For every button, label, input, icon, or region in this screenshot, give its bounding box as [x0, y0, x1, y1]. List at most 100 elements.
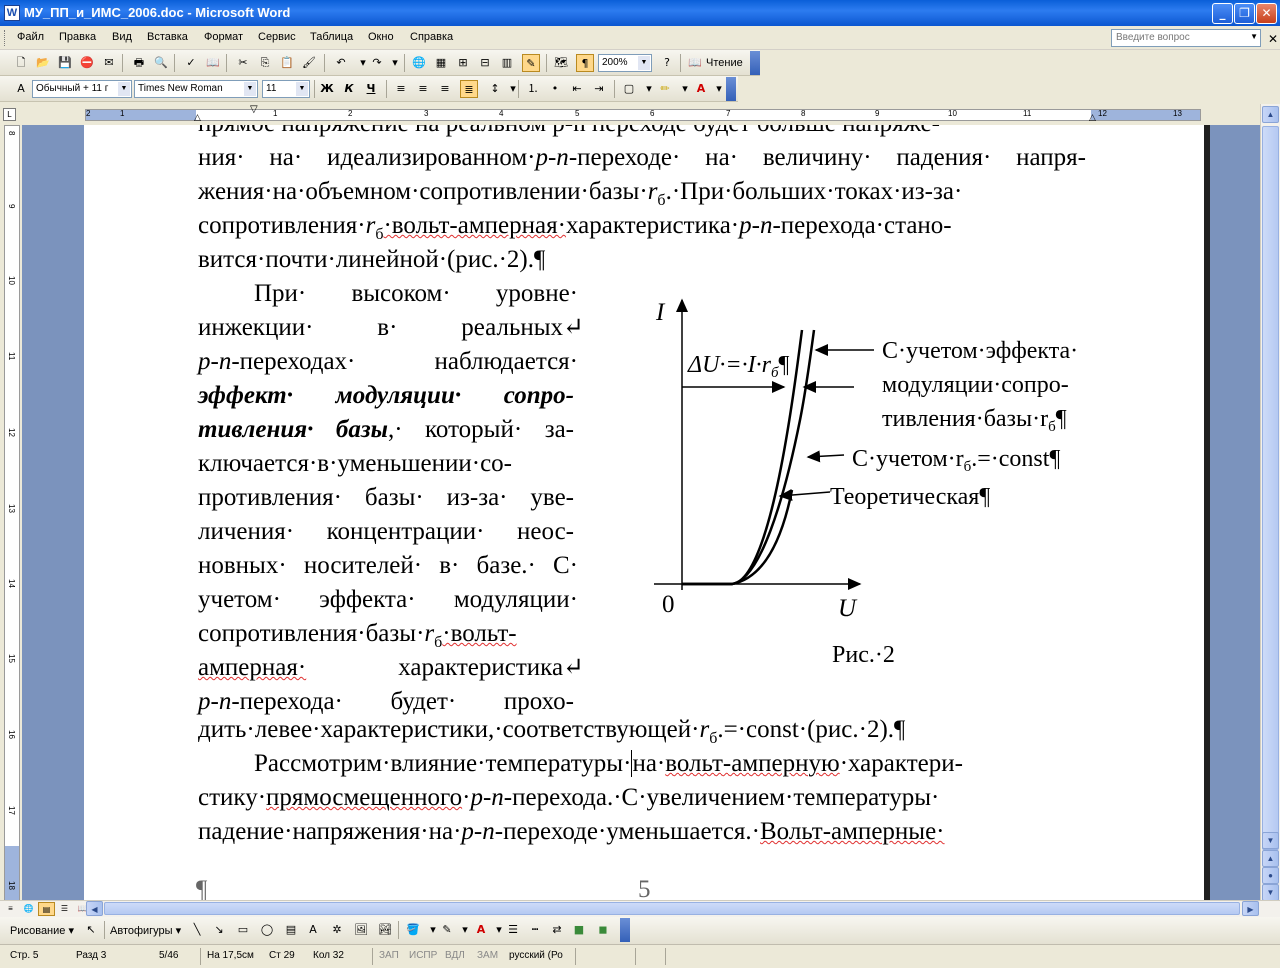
document-page[interactable]: прямое напряжение на реальном p-n перехо…	[84, 125, 1210, 900]
h-scroll-thumb[interactable]	[104, 902, 1240, 915]
spelling-icon[interactable]: ✓	[182, 54, 200, 72]
toolbar-options-chevron[interactable]	[620, 918, 630, 942]
scroll-up-icon[interactable]: ▲	[1262, 106, 1279, 123]
oval-icon[interactable]: ◯	[258, 921, 276, 939]
arrow-style-icon[interactable]: ⇄	[548, 921, 566, 939]
right-indent-marker[interactable]: △	[1089, 112, 1096, 123]
print-icon[interactable]: 🖶	[130, 54, 148, 72]
menu-table[interactable]: Таблица	[310, 31, 353, 43]
hanging-indent-marker[interactable]: △	[194, 112, 201, 123]
decrease-indent-icon[interactable]: ⇤	[568, 80, 586, 98]
menu-window[interactable]: Окно	[368, 31, 394, 43]
next-page-icon[interactable]: ▼	[1262, 884, 1279, 901]
copy-icon[interactable]: ⎘	[256, 54, 274, 72]
clipart-icon[interactable]: 🖼	[352, 921, 370, 939]
permission-icon[interactable]: ⛔	[78, 54, 96, 72]
iv-characteristic-figure[interactable]: I U 0 ΔU·=·I·rб¶ С·учетом·эффекта· модул…	[624, 290, 1084, 670]
hyperlink-icon[interactable]: 🌐	[410, 54, 428, 72]
arrow-icon[interactable]: ↘	[210, 921, 228, 939]
increase-indent-icon[interactable]: ⇥	[590, 80, 608, 98]
menu-grip[interactable]	[4, 30, 7, 46]
column-line[interactable]: тивления· базы,· который· за-	[198, 413, 574, 447]
zoom-select[interactable]: 200% ▼	[598, 54, 652, 72]
scroll-right-icon[interactable]: ▶	[1242, 901, 1259, 916]
rectangle-icon[interactable]: ▭	[234, 921, 252, 939]
menu-file[interactable]: Файл	[17, 31, 44, 43]
toolbar-options-chevron[interactable]	[726, 77, 736, 101]
horizontal-ruler[interactable]: L 1 2 1 2 3 4 5 6 7 8 9 10 11 12 13 ▽ △ …	[0, 104, 1280, 125]
word-app-icon[interactable]: W	[4, 5, 20, 21]
cut-icon[interactable]: ✂	[234, 54, 252, 72]
doc-close-icon[interactable]: ✕	[1268, 32, 1278, 46]
chevron-down-icon[interactable]: ▼	[638, 56, 650, 70]
insert-excel-icon[interactable]: ⊟	[476, 54, 494, 72]
scroll-left-icon[interactable]: ◀	[86, 901, 103, 916]
status-overwrite[interactable]: ЗАМ	[477, 950, 498, 961]
drawing-icon[interactable]: ✎	[522, 54, 540, 72]
align-right-icon[interactable]: ≡	[436, 80, 454, 98]
vertical-scrollbar[interactable]: ▲ ▼ ▲ ● ▼	[1260, 104, 1280, 901]
bullets-icon[interactable]: •	[546, 80, 564, 98]
menu-help[interactable]: Справка	[410, 31, 453, 43]
text-line[interactable]: стику·прямосмещенного·p-n-перехода.·С·ув…	[198, 781, 1086, 815]
outline-view-icon[interactable]: ☰	[56, 902, 73, 916]
line-color-icon[interactable]: ✎	[438, 921, 456, 939]
help-icon[interactable]: ?	[658, 54, 676, 72]
status-extend[interactable]: ВДЛ	[445, 950, 465, 961]
save-icon[interactable]: 💾	[56, 54, 74, 72]
diagram-icon[interactable]: ✲	[328, 921, 346, 939]
text-line[interactable]: Рассмотрим·влияние·температуры·на·вольт-…	[254, 747, 1086, 781]
draw-menu-button[interactable]: Рисование ▾	[10, 924, 74, 937]
chevron-down-icon[interactable]: ▼	[296, 82, 308, 96]
tables-borders-icon[interactable]: ▦	[432, 54, 450, 72]
print-layout-icon[interactable]: ▤	[38, 902, 55, 916]
select-objects-icon[interactable]: ↖	[82, 921, 100, 939]
vertical-ruler[interactable]: 8 9 10 11 12 13 14 15 16 17 18	[4, 125, 20, 901]
dash-style-icon[interactable]: ┅	[526, 921, 544, 939]
menu-tools[interactable]: Сервис	[258, 31, 296, 43]
open-folder-icon[interactable]: 📂	[34, 54, 52, 72]
previous-page-icon[interactable]: ▲	[1262, 850, 1279, 867]
status-record[interactable]: ЗАП	[379, 950, 399, 961]
styles-formatting-icon[interactable]: A	[12, 80, 30, 98]
ask-question-input[interactable]: Введите вопрос ▼	[1111, 29, 1261, 47]
reading-layout-icon[interactable]: 📖	[686, 54, 704, 72]
text-line[interactable]: ния· на· идеализированном·p-n-переходе· …	[198, 141, 1086, 175]
line-icon[interactable]: ╲	[188, 921, 206, 939]
numbering-icon[interactable]: ⒈	[524, 80, 542, 98]
align-center-icon[interactable]: ≡	[414, 80, 432, 98]
column-line[interactable]: личения· концентрации· неос-	[198, 515, 574, 549]
column-line[interactable]: противления· базы· из-за· уве-	[198, 481, 574, 515]
chevron-down-icon[interactable]: ▼	[118, 82, 130, 96]
close-icon[interactable]: ✕	[1256, 3, 1277, 24]
font-color-icon[interactable]: A	[692, 80, 710, 98]
chevron-down-icon[interactable]: ▼	[1250, 32, 1258, 41]
line-spacing-dropdown-icon[interactable]: ▾	[504, 80, 522, 98]
column-line[interactable]: амперная· характеристика↵	[198, 651, 584, 685]
document-area[interactable]: прямое напряжение на реальном p-n перехо…	[22, 125, 1260, 900]
minimize-icon[interactable]: _	[1212, 3, 1233, 24]
fill-color-icon[interactable]: 🪣	[404, 921, 422, 939]
print-preview-icon[interactable]: 🔍	[152, 54, 170, 72]
style-select[interactable]: Обычный + 11 г ▼	[32, 80, 132, 98]
web-view-icon[interactable]: 🌐	[20, 902, 37, 916]
column-line[interactable]: p-n-переходах· наблюдается·	[198, 345, 578, 379]
format-painter-icon[interactable]: 🖌	[300, 54, 318, 72]
text-line[interactable]: прямое напряжение на реальном p-n перехо…	[198, 125, 1086, 141]
font-select[interactable]: Times New Roman ▼	[134, 80, 258, 98]
tab-selector[interactable]: L	[3, 108, 16, 121]
font-size-select[interactable]: 11 ▼	[262, 80, 310, 98]
column-line[interactable]: инжекции· в· реальных↵	[198, 311, 584, 345]
normal-view-icon[interactable]: ≡	[2, 902, 19, 916]
redo-dropdown-icon[interactable]: ▾	[386, 54, 404, 72]
new-document-icon[interactable]: 🗋	[12, 54, 30, 72]
document-map-icon[interactable]: 🗺	[552, 54, 570, 72]
paste-icon[interactable]: 📋	[278, 54, 296, 72]
shadow-icon[interactable]: ■	[570, 921, 588, 939]
column-line[interactable]: эффект· модуляции· сопро-	[198, 379, 574, 413]
reading-button[interactable]: Чтение	[706, 57, 743, 69]
align-left-icon[interactable]: ≡	[392, 80, 410, 98]
justify-icon[interactable]: ≣	[460, 80, 478, 98]
line-spacing-icon[interactable]: ↕	[486, 80, 504, 98]
status-track[interactable]: ИСПР	[409, 950, 437, 961]
